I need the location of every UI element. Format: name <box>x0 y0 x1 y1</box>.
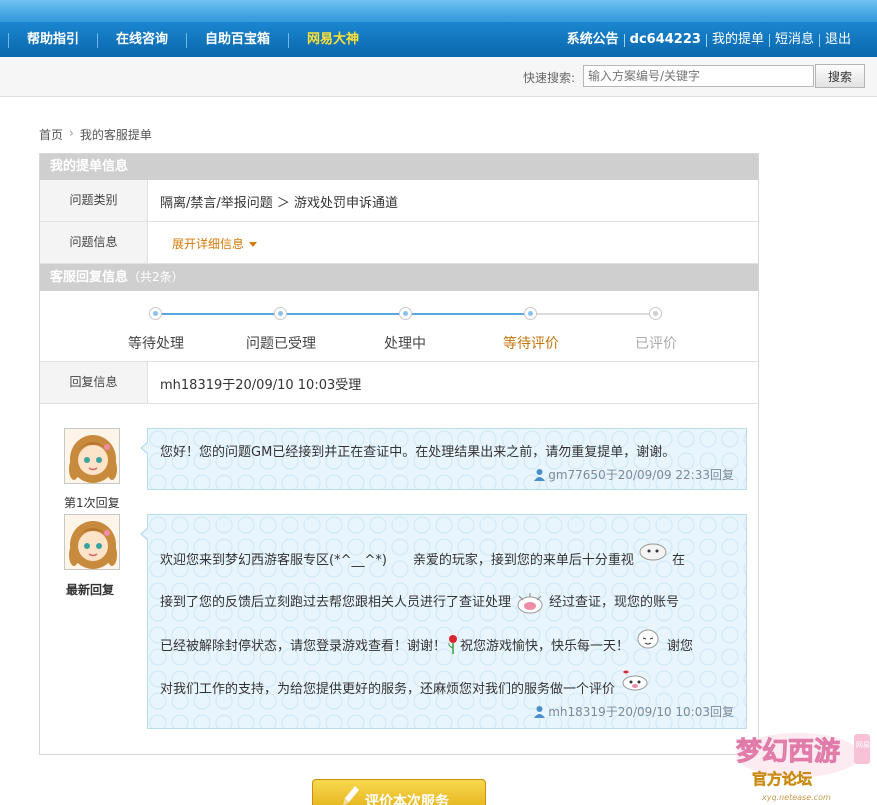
ticket-section-header: 我的提单信息 <box>40 154 758 180</box>
emoticon-icon <box>639 543 667 560</box>
caret-down-icon <box>249 242 258 247</box>
logo-badge: 网易 <box>856 741 870 749</box>
nav-help-guide[interactable]: 帮助指引 <box>9 30 97 50</box>
avatar-girl-icon <box>65 515 119 569</box>
step-node <box>149 307 162 320</box>
reply-info-row: 回复信息 mh18319于20/09/10 10:03受理 <box>40 362 758 404</box>
messages-link[interactable]: 短消息 <box>770 30 819 50</box>
reply-line-text: 在 <box>671 553 685 568</box>
user-icon <box>534 469 546 481</box>
logout-link[interactable]: 退出 <box>820 30 856 50</box>
category-row: 问题类别 隔离/禁言/举报问题 ＞ 游戏处罚申诉通道 <box>40 180 758 222</box>
nav-online-consult[interactable]: 在线咨询 <box>98 30 186 50</box>
reply-bubble-latest: 欢迎您来到梦幻西游客服专区(*^__^*) 亲爱的玩家，接到您的来单后十分重视 在… <box>140 514 747 729</box>
evaluate-service-button[interactable]: 评价本次服务 <box>312 779 486 805</box>
reply-signature: mh18319于20/09/10 10:03回复 <box>533 703 734 720</box>
logo-subtitle: 官方论坛 <box>752 770 812 788</box>
avatar <box>64 514 120 570</box>
reply-caption: 第1次回复 <box>64 496 120 510</box>
evaluate-button-label: 评价本次服务 <box>365 794 449 805</box>
username-link[interactable]: dc644223 <box>625 30 706 50</box>
progress-track-done <box>156 313 531 315</box>
my-tickets-link[interactable]: 我的提单 <box>707 30 769 50</box>
expand-details[interactable]: 展开详细信息 <box>172 235 258 252</box>
sky-background <box>0 0 877 22</box>
avatar <box>64 428 120 484</box>
user-icon <box>534 706 546 718</box>
reply-line-text: 接到了您的反馈后立刻跑过去帮您跟相关人员进行了查证处理 <box>160 595 512 610</box>
reply-line-text: 已经被解除封停状态，请您登录游戏查看！谢谢！ <box>160 639 447 654</box>
nav-right: 系统公告 dc644223 我的提单 短消息 退出 <box>562 30 856 50</box>
nav-self-service[interactable]: 自助百宝箱 <box>187 30 288 50</box>
reply-count: （共2条） <box>128 270 184 284</box>
reply-section-title: 客服回复信息 <box>50 270 129 285</box>
reply-line-text: 谢您 <box>667 639 694 654</box>
reply-info-value: mh18319于20/09/10 10:03受理 <box>160 378 362 393</box>
reply-info-label: 回复信息 <box>40 362 148 403</box>
logo-icon: 梦幻西游 网易 官方论坛 xyq.netease.com <box>736 733 870 802</box>
breadcrumb-home[interactable]: 首页 <box>39 126 63 143</box>
search-bar: 快速搜索: 搜索 <box>0 57 877 97</box>
nav-left: 帮助指引 在线咨询 自助百宝箱 网易大神 <box>8 30 377 50</box>
ticket-section-title: 我的提单信息 <box>50 159 129 174</box>
category-label: 问题类别 <box>40 180 148 221</box>
system-notice-link[interactable]: 系统公告 <box>562 30 624 50</box>
pencil-icon <box>343 786 359 805</box>
chevron-right-icon: › <box>69 126 74 140</box>
info-row: 问题信息 展开详细信息 <box>40 222 758 264</box>
reply-signature-text: mh18319于20/09/10 10:03回复 <box>548 705 734 719</box>
reply-line: 欢迎您来到梦幻西游客服专区(*^__^*) 亲爱的玩家，接到您的来单后十分重视 在 <box>160 543 685 568</box>
reply-line: 已经被解除封停状态，请您登录游戏查看！谢谢！ 祝您游戏愉快，快乐每一天！ 谢您 <box>160 629 694 654</box>
forum-logo: 梦幻西游 网易 官方论坛 xyq.netease.com <box>728 720 877 805</box>
step-node <box>649 307 662 320</box>
reply-line: 接到了您的反馈后立刻跑过去帮您跟相关人员进行了查证处理 经过查证，现您的账号 <box>160 591 679 614</box>
search-button[interactable]: 搜索 <box>815 64 865 88</box>
search-input[interactable] <box>583 65 814 87</box>
rose-icon <box>448 634 458 654</box>
emoticon-icon <box>637 629 659 648</box>
step-label: 问题已受理 <box>246 336 316 352</box>
nav-netease-dashen[interactable]: 网易大神 <box>289 30 377 50</box>
info-label: 问题信息 <box>40 222 148 263</box>
step-node <box>524 307 537 320</box>
reply-text: 您好！您的问题GM已经接到并正在查证中。在处理结果出来之前，请勿重复提单，谢谢。 <box>160 445 676 460</box>
expand-details-label[interactable]: 展开详细信息 <box>172 237 244 251</box>
step-label: 处理中 <box>384 336 426 352</box>
emoticon-icon <box>622 670 648 690</box>
reply-line-text: 对我们工作的支持，为给您提供更好的服务，还麻烦您对我们的服务做一个评价 <box>160 682 616 697</box>
search-label: 快速搜索: <box>523 71 576 85</box>
reply-signature-text: gm77650于20/09/09 22:33回复 <box>548 468 734 482</box>
logo-url: xyq.netease.com <box>761 793 831 802</box>
step-node <box>399 307 412 320</box>
category-value: 隔离/禁言/举报问题 ＞ 游戏处罚申诉通道 <box>160 196 399 211</box>
reply-caption-latest: 最新回复 <box>66 583 115 597</box>
progress-track-todo <box>531 313 656 315</box>
page: 帮助指引 在线咨询 自助百宝箱 网易大神 系统公告 dc644223 我的提单 … <box>0 0 877 805</box>
progress-steps: 等待处理 问题已受理 处理中 等待评价 已评价 <box>40 291 758 362</box>
reply-line-text: 欢迎您来到梦幻西游客服专区(*^__^*) 亲爱的玩家，接到您的来单后十分重视 <box>160 553 634 568</box>
reply-line-text: 经过查证，现您的账号 <box>549 595 680 610</box>
step-label: 等待处理 <box>128 336 184 352</box>
avatar-girl-icon <box>65 429 119 483</box>
top-navigation: 帮助指引 在线咨询 自助百宝箱 网易大神 系统公告 dc644223 我的提单 … <box>0 0 877 57</box>
logo-title: 梦幻西游 <box>736 737 840 767</box>
reply-signature: gm77650于20/09/09 22:33回复 <box>533 466 734 483</box>
reply-line: 对我们工作的支持，为给您提供更好的服务，还麻烦您对我们的服务做一个评价 <box>160 670 653 697</box>
reply-bubble: 您好！您的问题GM已经接到并正在查证中。在处理结果出来之前，请勿重复提单，谢谢。… <box>140 428 747 490</box>
step-label-current: 等待评价 <box>503 336 559 352</box>
reply-section-header: 客服回复信息（共2条） <box>40 264 758 291</box>
breadcrumb-current: 我的客服提单 <box>79 128 152 142</box>
step-node <box>274 307 287 320</box>
breadcrumb: 首页 › 我的客服提单 <box>39 126 152 143</box>
step-label: 已评价 <box>635 336 677 352</box>
reply-line-text: 祝您游戏愉快，快乐每一天！ <box>460 639 630 654</box>
emoticon-icon <box>517 592 543 613</box>
ticket-panel: 我的提单信息 问题类别 隔离/禁言/举报问题 ＞ 游戏处罚申诉通道 问题信息 展… <box>39 153 759 755</box>
